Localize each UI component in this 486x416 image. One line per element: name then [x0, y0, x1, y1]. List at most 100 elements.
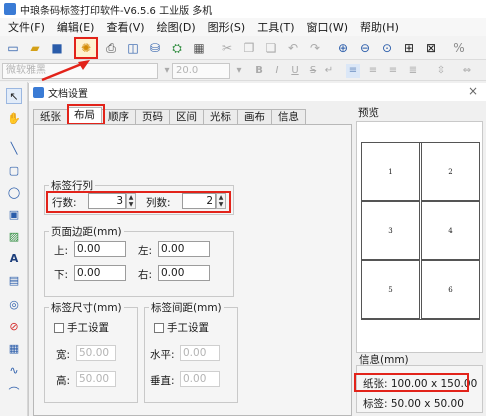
bold-icon[interactable]: B — [252, 64, 266, 78]
label-spacing-legend: 标签间距(mm) — [149, 300, 224, 315]
image-tool-icon[interactable]: ▣ — [6, 206, 22, 222]
spacing-vertical-label: 垂直: — [150, 375, 175, 387]
drawing-tools-strip: ↖ ✋ ╲ ▢ ◯ ▣ ▨ A ▤ ◎ ⊘ ▦ ∿ ⌒ — [0, 82, 28, 416]
text-tool-icon[interactable]: A — [6, 250, 22, 266]
paste-icon[interactable]: ❏ — [262, 39, 280, 57]
line-tool-icon[interactable]: ╲ — [6, 140, 22, 156]
select-tool-icon[interactable]: ↖ — [6, 88, 22, 104]
dialog-icon — [33, 86, 44, 98]
print-icon[interactable]: ⎙ — [102, 39, 120, 57]
font-size-select[interactable]: 20.0 — [172, 63, 230, 79]
checkbox-box[interactable] — [154, 322, 164, 333]
zoom-out-icon[interactable]: ⊖ — [356, 39, 374, 57]
tab-canvas[interactable]: 画布 — [237, 109, 272, 125]
menubar: 文件(F) 编辑(E) 查看(V) 绘图(D) 图形(S) 工具(T) 窗口(W… — [0, 18, 486, 36]
preview-area: 1 2 3 4 5 6 — [356, 121, 483, 353]
print-preview-icon[interactable]: ◫ — [124, 39, 142, 57]
label-size-manual-checkbox[interactable]: 手工设置 — [54, 320, 109, 335]
barcode-tool-icon[interactable]: ▤ — [6, 272, 22, 288]
strikethrough-icon[interactable]: S — [306, 64, 320, 78]
preview-cell: 4 — [421, 201, 480, 260]
zoom-in-icon[interactable]: ⊕ — [334, 39, 352, 57]
grid-icon[interactable]: ▦ — [190, 39, 208, 57]
menu-tools[interactable]: 工具(T) — [251, 19, 300, 35]
save-icon[interactable]: ■ — [48, 39, 66, 57]
menu-window[interactable]: 窗口(W) — [301, 19, 354, 35]
open-icon[interactable]: ▰ — [26, 39, 44, 57]
margin-bottom-label: 下: — [54, 269, 69, 281]
data-source-icon[interactable]: ⛭ — [168, 39, 186, 57]
preview-cell: 2 — [421, 142, 480, 201]
new-icon[interactable]: ▭ — [4, 39, 22, 57]
rounded-rect-tool-icon[interactable]: ▢ — [6, 162, 22, 178]
zoom-all-icon[interactable]: ⊠ — [422, 39, 440, 57]
menu-draw[interactable]: 绘图(D) — [151, 19, 202, 35]
label-spacing-manual-checkbox[interactable]: 手工设置 — [154, 320, 209, 335]
shape-tool-icon[interactable]: ⊘ — [6, 318, 22, 334]
label-size-manual-label: 手工设置 — [67, 322, 109, 334]
preview-cell: 5 — [361, 260, 420, 319]
spacing-vertical-input[interactable]: 0.00 — [180, 371, 220, 387]
database-icon[interactable]: ⛁ — [146, 39, 164, 57]
tab-range[interactable]: 区间 — [169, 109, 204, 125]
dialog-close-button[interactable]: × — [468, 84, 478, 98]
margin-right-input[interactable]: 0.00 — [158, 265, 210, 281]
layout-panel: 标签行列 行数: 3 ▲ ▼ 列数: 2 ▲ ▼ 页面边距(mm) 上: 0.00 … — [33, 124, 352, 416]
redo-icon[interactable]: ↷ — [306, 39, 324, 57]
document-settings-dialog: 文档设置 × 纸张 布局 顺序 页码 区间 光标 画布 信息 标签行列 行数: … — [28, 83, 486, 416]
zoom-fit-icon[interactable]: ⊙ — [378, 39, 396, 57]
menu-edit[interactable]: 编辑(E) — [51, 19, 101, 35]
copy-icon[interactable]: ❐ — [240, 39, 258, 57]
arc-tool-icon[interactable]: ⌒ — [6, 384, 22, 400]
tab-info[interactable]: 信息 — [271, 109, 306, 125]
label-width-input[interactable]: 50.00 — [76, 345, 116, 361]
align-right-icon[interactable]: ≡ — [386, 64, 400, 78]
percent-icon[interactable]: % — [450, 39, 468, 57]
tab-cursor[interactable]: 光标 — [203, 109, 238, 125]
hand-tool-icon[interactable]: ✋ — [6, 110, 22, 126]
tab-page-number[interactable]: 页码 — [135, 109, 170, 125]
italic-icon[interactable]: I — [270, 64, 284, 78]
tab-order[interactable]: 顺序 — [101, 109, 136, 125]
size-dropdown-icon[interactable]: ▾ — [232, 64, 246, 78]
zoom-page-icon[interactable]: ⊞ — [400, 39, 418, 57]
align-justify-icon[interactable]: ≣ — [406, 64, 420, 78]
rfid-tool-icon[interactable]: ◎ — [6, 296, 22, 312]
margin-bottom-input[interactable]: 0.00 — [74, 265, 126, 281]
dialog-titlebar: 文档设置 — [29, 83, 486, 101]
underline-icon[interactable]: U — [288, 64, 302, 78]
settings-tabs: 纸张 布局 顺序 页码 区间 光标 画布 信息 — [33, 107, 306, 126]
margin-top-input[interactable]: 0.00 — [74, 241, 126, 257]
checkbox-box[interactable] — [54, 322, 64, 333]
spacing-horizontal-input[interactable]: 0.00 — [180, 345, 220, 361]
menu-view[interactable]: 查看(V) — [100, 19, 150, 35]
margin-left-input[interactable]: 0.00 — [158, 241, 210, 257]
main-toolbar: ▭ ▰ ■ ✺ ⎙ ◫ ⛁ ⛭ ▦ ✂ ❐ ❏ ↶ ↷ ⊕ ⊖ ⊙ ⊞ ⊠ % — [0, 36, 486, 60]
cut-icon[interactable]: ✂ — [218, 39, 236, 57]
info-label-size: 标签: 50.00 x 50.00 — [363, 398, 464, 410]
undo-icon[interactable]: ↶ — [284, 39, 302, 57]
menu-shape[interactable]: 图形(S) — [202, 19, 252, 35]
paper-size-highlight — [354, 373, 469, 392]
label-height-label: 高: — [56, 375, 71, 387]
label-size-legend: 标签尺寸(mm) — [49, 300, 124, 315]
label-height-input[interactable]: 50.00 — [76, 371, 116, 387]
menu-help[interactable]: 帮助(H) — [354, 19, 405, 35]
preview-cell: 3 — [361, 201, 420, 260]
preview-label: 预览 — [358, 107, 379, 119]
align-left-icon[interactable]: ≡ — [346, 64, 360, 78]
document-settings-icon[interactable]: ✺ — [74, 37, 98, 59]
picture-tool-icon[interactable]: ▨ — [6, 228, 22, 244]
margin-left-label: 左: — [138, 245, 153, 257]
align-center-icon[interactable]: ≡ — [366, 64, 380, 78]
curve-tool-icon[interactable]: ∿ — [6, 362, 22, 378]
app-icon — [4, 3, 16, 15]
vertical-align-icon[interactable]: ⇳ — [434, 64, 448, 78]
text-direction-icon[interactable]: ⇔ — [460, 64, 474, 78]
tab-paper[interactable]: 纸张 — [33, 109, 68, 125]
app-titlebar: 中琅条码标签打印软件-V6.5.6 工业版 多机 — [0, 0, 486, 18]
wrap-icon[interactable]: ↵ — [322, 64, 336, 78]
ellipse-tool-icon[interactable]: ◯ — [6, 184, 22, 200]
menu-file[interactable]: 文件(F) — [2, 19, 51, 35]
qrcode-tool-icon[interactable]: ▦ — [6, 340, 22, 356]
